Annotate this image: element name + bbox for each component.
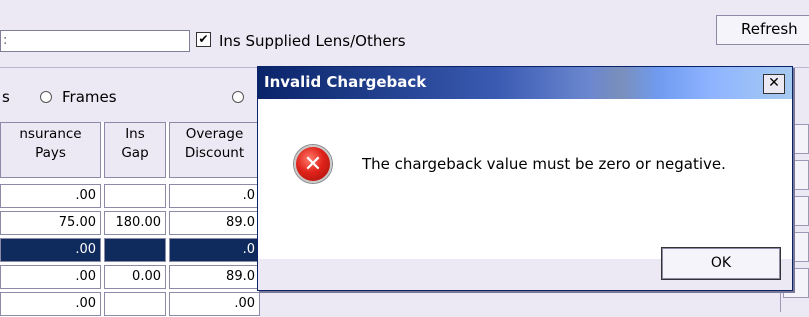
table-cell[interactable]: 89.0 (169, 211, 260, 235)
second-radio[interactable] (232, 91, 244, 103)
header-line: Pays (35, 145, 66, 161)
table-cell-selected[interactable]: .00 (0, 238, 101, 262)
table-cell-selected[interactable] (104, 238, 166, 262)
header-line: Discount (184, 145, 245, 161)
header-line: Ins (125, 126, 145, 142)
dialog-close-button[interactable]: ✕ (763, 74, 785, 94)
table-cell[interactable]: 75.00 (0, 211, 101, 235)
table-cell[interactable]: 89.0 (169, 265, 260, 289)
ok-button[interactable]: OK (661, 247, 781, 280)
header-line: nsurance (19, 126, 82, 142)
dialog-body: ✕ The chargeback value must be zero or n… (258, 99, 792, 259)
table-cell[interactable]: .00 (0, 292, 101, 316)
header-overage-discount[interactable]: Overage Discount (169, 122, 260, 178)
dialog-message: The chargeback value must be zero or neg… (362, 155, 726, 173)
ins-supplied-checkbox[interactable]: ✔ (196, 32, 211, 47)
table-cell[interactable]: 0.00 (104, 265, 166, 289)
header-line: Overage (185, 126, 244, 142)
table-cell[interactable]: .00 (0, 265, 101, 289)
table-cell[interactable]: .0 (169, 184, 260, 208)
table-cell[interactable]: .00 (0, 184, 101, 208)
frames-radio-label: Frames (62, 88, 117, 106)
frames-radio[interactable] (40, 91, 52, 103)
error-icon: ✕ (294, 145, 332, 183)
search-field[interactable]: : (0, 30, 190, 52)
invalid-chargeback-dialog: Invalid Chargeback ✕ ✕ The chargeback va… (257, 66, 793, 291)
refresh-button[interactable]: Refresh (716, 15, 809, 45)
table-cell[interactable]: .00 (169, 292, 260, 316)
header-line: Gap (121, 145, 149, 161)
filter-label-fragment: s (2, 88, 10, 106)
data-grid: nsurance Pays Ins Gap Overage Discount .… (0, 122, 260, 317)
ins-supplied-label: Ins Supplied Lens/Others (219, 32, 406, 50)
table-cell-selected[interactable]: .0 (169, 238, 260, 262)
table-cell[interactable]: 180.00 (104, 211, 166, 235)
header-insurance-pays[interactable]: nsurance Pays (0, 122, 101, 178)
header-ins-gap[interactable]: Ins Gap (104, 122, 166, 178)
table-cell[interactable] (104, 292, 166, 316)
field-label-fragment: : (3, 33, 8, 48)
table-cell[interactable] (104, 184, 166, 208)
dialog-title: Invalid Chargeback (264, 73, 427, 91)
